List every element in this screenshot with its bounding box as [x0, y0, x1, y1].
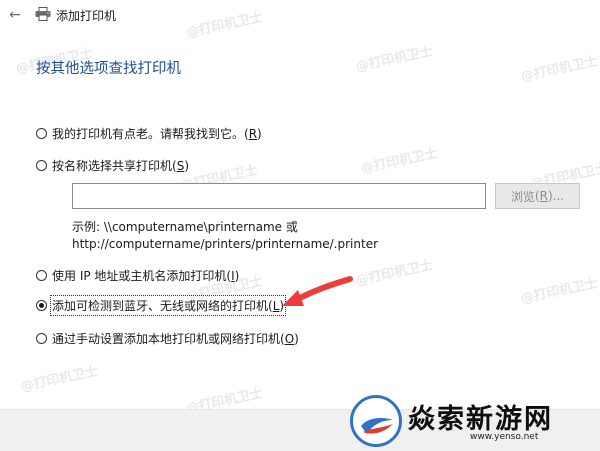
back-button[interactable]: ←	[6, 6, 24, 24]
browse-button[interactable]: 浏览(R)...	[495, 183, 580, 209]
option-label: 按名称选择共享打印机(S)	[52, 159, 190, 173]
brand-logo-icon	[350, 395, 402, 447]
option-ip-address[interactable]: 使用 IP 地址或主机名添加打印机(I)	[36, 267, 239, 284]
radio-button[interactable]	[36, 160, 47, 171]
radio-button-selected[interactable]	[36, 300, 47, 311]
option-label: 通过手动设置添加本地打印机或网络打印机(O)	[52, 332, 299, 346]
option-network-printer[interactable]: 添加可检测到蓝牙、无线或网络的打印机(L)	[36, 295, 287, 316]
brand-name: 焱索新游网	[408, 404, 553, 435]
shared-printer-name-input[interactable]	[72, 183, 486, 209]
radio-button[interactable]	[36, 270, 47, 281]
watermark: @打印机卫士	[519, 276, 600, 307]
example-text: 示例: \\computername\printername 或 http://…	[72, 220, 379, 251]
option-label: 我的打印机有点老。请帮我找到它。(R)	[52, 127, 262, 141]
brand-url: www.yenso.net	[470, 432, 539, 442]
watermark: @打印机卫士	[359, 146, 440, 177]
option-manual-setup[interactable]: 通过手动设置添加本地打印机或网络打印机(O)	[36, 330, 299, 347]
radio-button[interactable]	[36, 128, 47, 139]
option-label: 添加可检测到蓝牙、无线或网络的打印机(L)	[49, 295, 287, 316]
printer-icon	[35, 7, 51, 21]
option-label: 使用 IP 地址或主机名添加打印机(I)	[52, 269, 240, 283]
watermark: @打印机卫士	[519, 54, 600, 85]
watermark: @打印机卫士	[19, 364, 100, 395]
watermark: @打印机卫士	[354, 44, 435, 75]
option-old-printer[interactable]: 我的打印机有点老。请帮我找到它。(R)	[36, 125, 262, 142]
option-shared-printer[interactable]: 按名称选择共享打印机(S)	[36, 157, 189, 174]
window-title: 添加打印机	[56, 9, 117, 23]
radio-button[interactable]	[36, 333, 47, 344]
watermark: @打印机卫士	[354, 258, 435, 289]
title-bar: ← 添加打印机	[0, 0, 600, 30]
brand-logo: 焱索新游网 www.yenso.net	[350, 395, 595, 447]
page-heading: 按其他选项查找打印机	[36, 61, 181, 77]
back-arrow-icon: ←	[9, 7, 21, 23]
